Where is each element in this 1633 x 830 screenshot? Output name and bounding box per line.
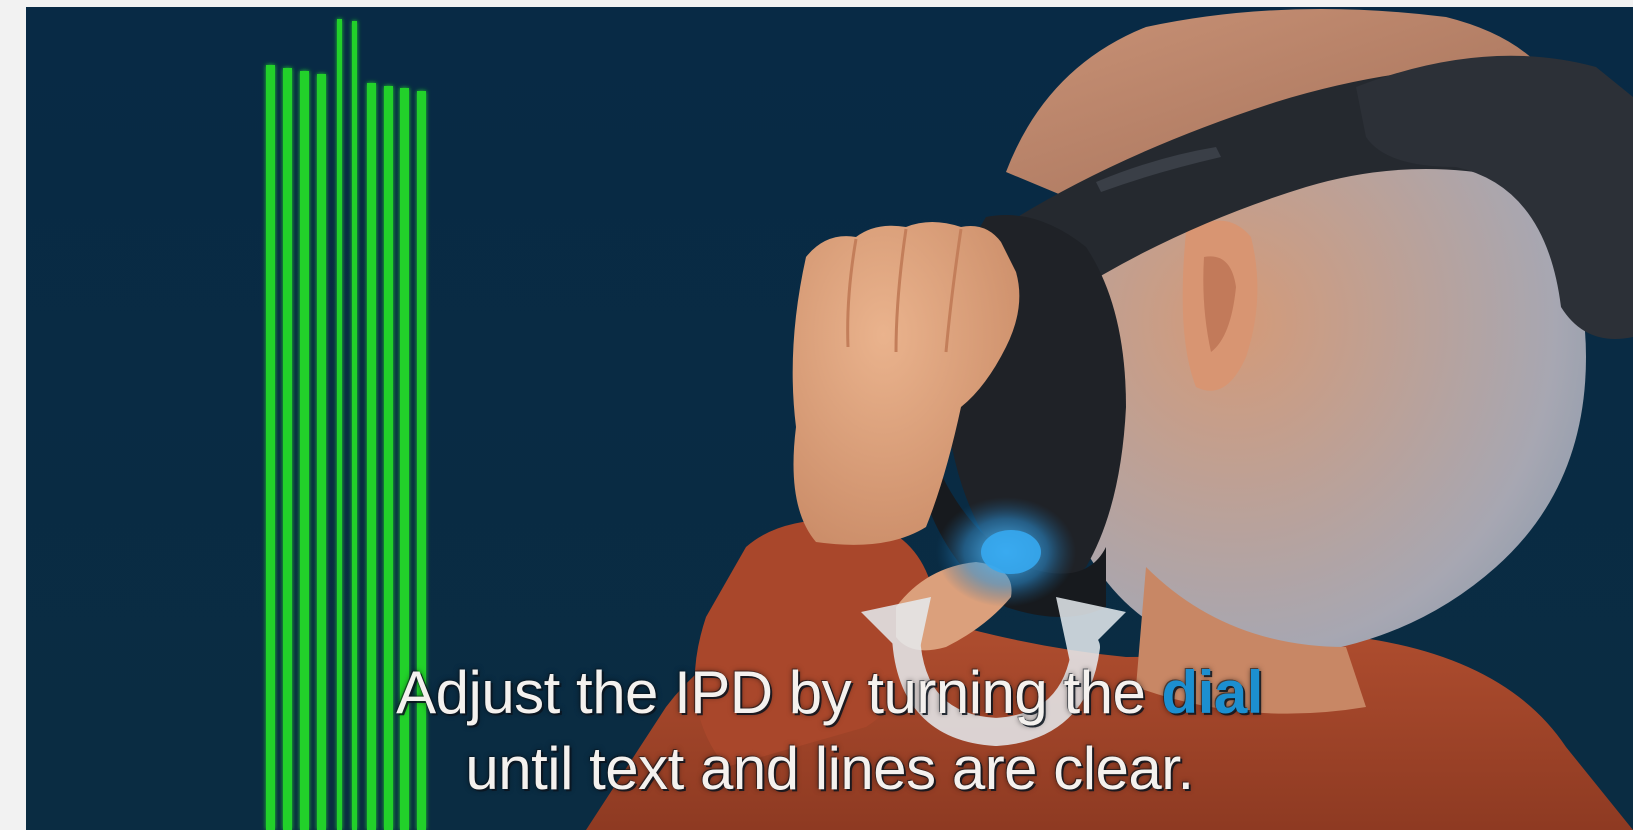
test-line xyxy=(400,88,409,830)
illustration-scene xyxy=(26,7,1633,830)
video-frame[interactable]: Adjust the IPD by turning the dial until… xyxy=(26,7,1633,830)
test-line xyxy=(266,65,275,830)
test-line xyxy=(384,86,393,830)
test-line xyxy=(337,19,342,830)
dial xyxy=(981,530,1041,574)
test-line xyxy=(300,71,309,830)
test-line xyxy=(317,74,326,830)
test-line xyxy=(417,91,426,830)
test-line xyxy=(367,83,376,830)
test-line xyxy=(283,68,292,830)
test-line xyxy=(352,21,357,830)
